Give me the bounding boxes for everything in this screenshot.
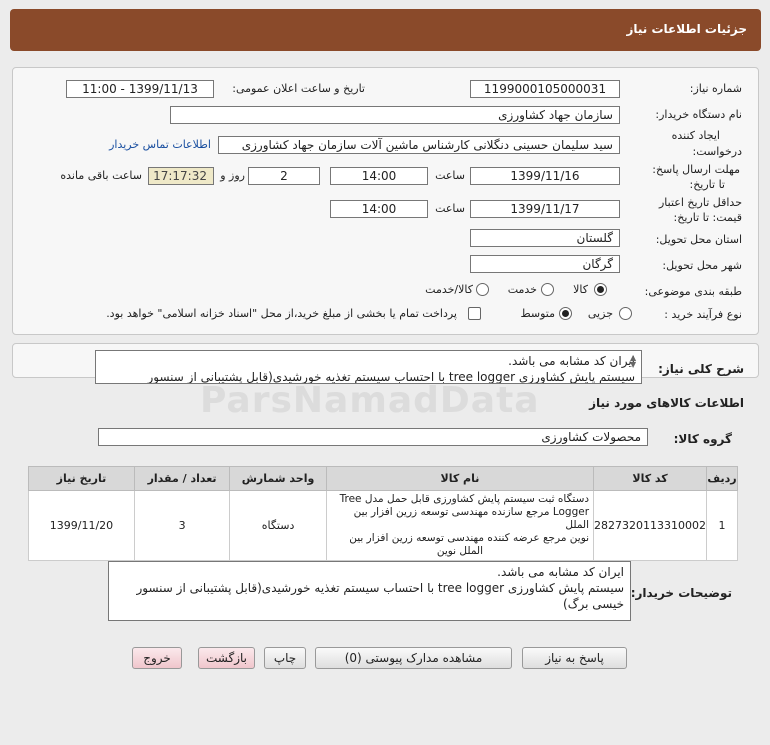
process-label: نوع فرآیند خرید : (664, 308, 742, 321)
category-goods-radio[interactable] (594, 283, 607, 296)
row-unit: دستگاه (229, 490, 327, 561)
process-partial-radio[interactable] (619, 307, 632, 320)
buyer-notes-line-3: خیسی برگ) (563, 597, 624, 611)
validity-date-field: 1399/11/17 (470, 200, 620, 218)
table-header-row: ردیف کد کالا نام کالا واحد شمارش تعداد /… (28, 466, 738, 491)
reply-button[interactable]: پاسخ به نیاز (522, 647, 627, 669)
row-date: 1399/11/20 (28, 490, 135, 561)
treasury-payment-text: پرداخت تمام یا بخشی از مبلغ خرید،از محل … (106, 307, 457, 320)
view-documents-button[interactable]: مشاهده مدارک پیوستی (0) (315, 647, 512, 669)
buyer-notes-line-2: سیستم پایش کشاورزی tree logger با احتساب… (136, 581, 624, 595)
category-service-label: خدمت (507, 283, 537, 296)
header-qty: تعداد / مقدار (133, 466, 231, 491)
page-title: جزئیات اطلاعات نیاز (626, 22, 747, 36)
row-name: دستگاه ثبت سیستم پایش کشاورزی قابل حمل م… (325, 490, 595, 561)
province-label: استان محل تحویل: (655, 233, 742, 246)
category-service-radio[interactable] (541, 283, 554, 296)
validity-label-1: حداقل تاریخ اعتبار (658, 196, 742, 209)
scroll-arrows-icon[interactable]: ▲ ▼ (630, 354, 636, 369)
process-medium-label: متوسط (520, 307, 555, 320)
validity-time-label: ساعت (435, 202, 465, 215)
row-code: 2827320113310002 (593, 490, 708, 561)
city-label: شهر محل تحویل: (662, 259, 742, 272)
page-header: جزئیات اطلاعات نیاز (10, 9, 761, 51)
row-qty: 3 (133, 490, 231, 561)
need-number-label: شماره نیاز: (689, 82, 742, 95)
row-index: 1 (706, 490, 738, 561)
buyer-notes-label: توضیحات خریدار: (630, 586, 732, 600)
category-label: طبقه بندی موضوعی: (644, 285, 742, 298)
table-row[interactable]: 1 2827320113310002 دستگاه ثبت سیستم پایش… (28, 490, 738, 561)
validity-time-field: 14:00 (330, 200, 428, 218)
days-field: 2 (248, 167, 320, 185)
goods-table: ردیف کد کالا نام کالا واحد شمارش تعداد /… (28, 466, 738, 561)
watermark-text: ParsNamadData (200, 380, 540, 421)
row-name-line-4: الملل نوین (436, 545, 484, 557)
deadline-label-1: مهلت ارسال پاسخ: (652, 163, 740, 176)
creator-field: سید سلیمان حسینی دنگلانی کارشناس ماشین آ… (218, 136, 620, 154)
buyer-org-field: سازمان جهاد کشاورزی (170, 106, 620, 124)
header-unit: واحد شمارش (229, 466, 327, 491)
contact-info-link[interactable]: اطلاعات تماس خریدار (109, 138, 211, 151)
buyer-notes-box: ایران کد مشابه می باشد. سیستم پایش کشاور… (108, 561, 631, 621)
group-label: گروه کالا: (673, 432, 732, 446)
header-date: تاریخ نیاز (28, 466, 135, 491)
city-field: گرگان (470, 255, 620, 273)
back-button[interactable]: بازگشت (198, 647, 255, 669)
province-field: گلستان (470, 229, 620, 247)
category-goods-label: کالا (573, 283, 588, 296)
category-both-radio[interactable] (476, 283, 489, 296)
summary-label: شرح کلی نیاز: (658, 362, 744, 376)
process-medium-radio[interactable] (559, 307, 572, 320)
announce-label: تاریخ و ساعت اعلان عمومی: (232, 82, 365, 95)
remain-label: ساعت باقی مانده (60, 169, 142, 182)
exit-button[interactable]: خروج (132, 647, 182, 669)
creator-label-2: درخواست: (692, 145, 742, 158)
creator-label-1: ایجاد کننده (671, 129, 720, 142)
deadline-time-field: 14:00 (330, 167, 428, 185)
treasury-payment-checkbox[interactable] (468, 307, 481, 320)
process-partial-label: جزیی (587, 307, 613, 320)
deadline-date-field: 1399/11/16 (470, 167, 620, 185)
announce-field: 1399/11/13 - 11:00 (66, 80, 214, 98)
row-name-line-1: دستگاه ثبت سیستم پایش کشاورزی قابل حمل م… (339, 493, 590, 505)
summary-textarea[interactable]: ایران کد مشابه می باشد. سیستم پایش کشاور… (95, 350, 642, 384)
goods-section-title: اطلاعات کالاهای مورد نیاز (589, 396, 744, 410)
header-name: نام کالا (325, 466, 595, 491)
deadline-label-2: تا تاریخ: (689, 178, 725, 191)
header-index: ردیف (706, 466, 738, 491)
row-name-line-2: Logger مرجع سازنده مهندسی توسعه زرین افز… (353, 506, 590, 531)
summary-line-1: ایران کد مشابه می باشد. (508, 354, 635, 368)
validity-label-2: قیمت: تا تاریخ: (673, 211, 742, 224)
days-label: روز و (220, 169, 245, 182)
row-name-line-3: نوین مرجع عرضه کننده مهندسی توسعه زرین ا… (349, 532, 590, 544)
deadline-time-label: ساعت (435, 169, 465, 182)
remain-time-field: 17:17:32 (148, 167, 214, 185)
group-field: محصولات کشاورزی (98, 428, 648, 446)
header-code: کد کالا (593, 466, 708, 491)
need-number-field: 1199000105000031 (470, 80, 620, 98)
buyer-notes-line-1: ایران کد مشابه می باشد. (497, 565, 624, 579)
buyer-org-label: نام دستگاه خریدار: (655, 108, 742, 121)
category-both-label: کالا/خدمت (425, 283, 473, 296)
print-button[interactable]: چاپ (264, 647, 306, 669)
